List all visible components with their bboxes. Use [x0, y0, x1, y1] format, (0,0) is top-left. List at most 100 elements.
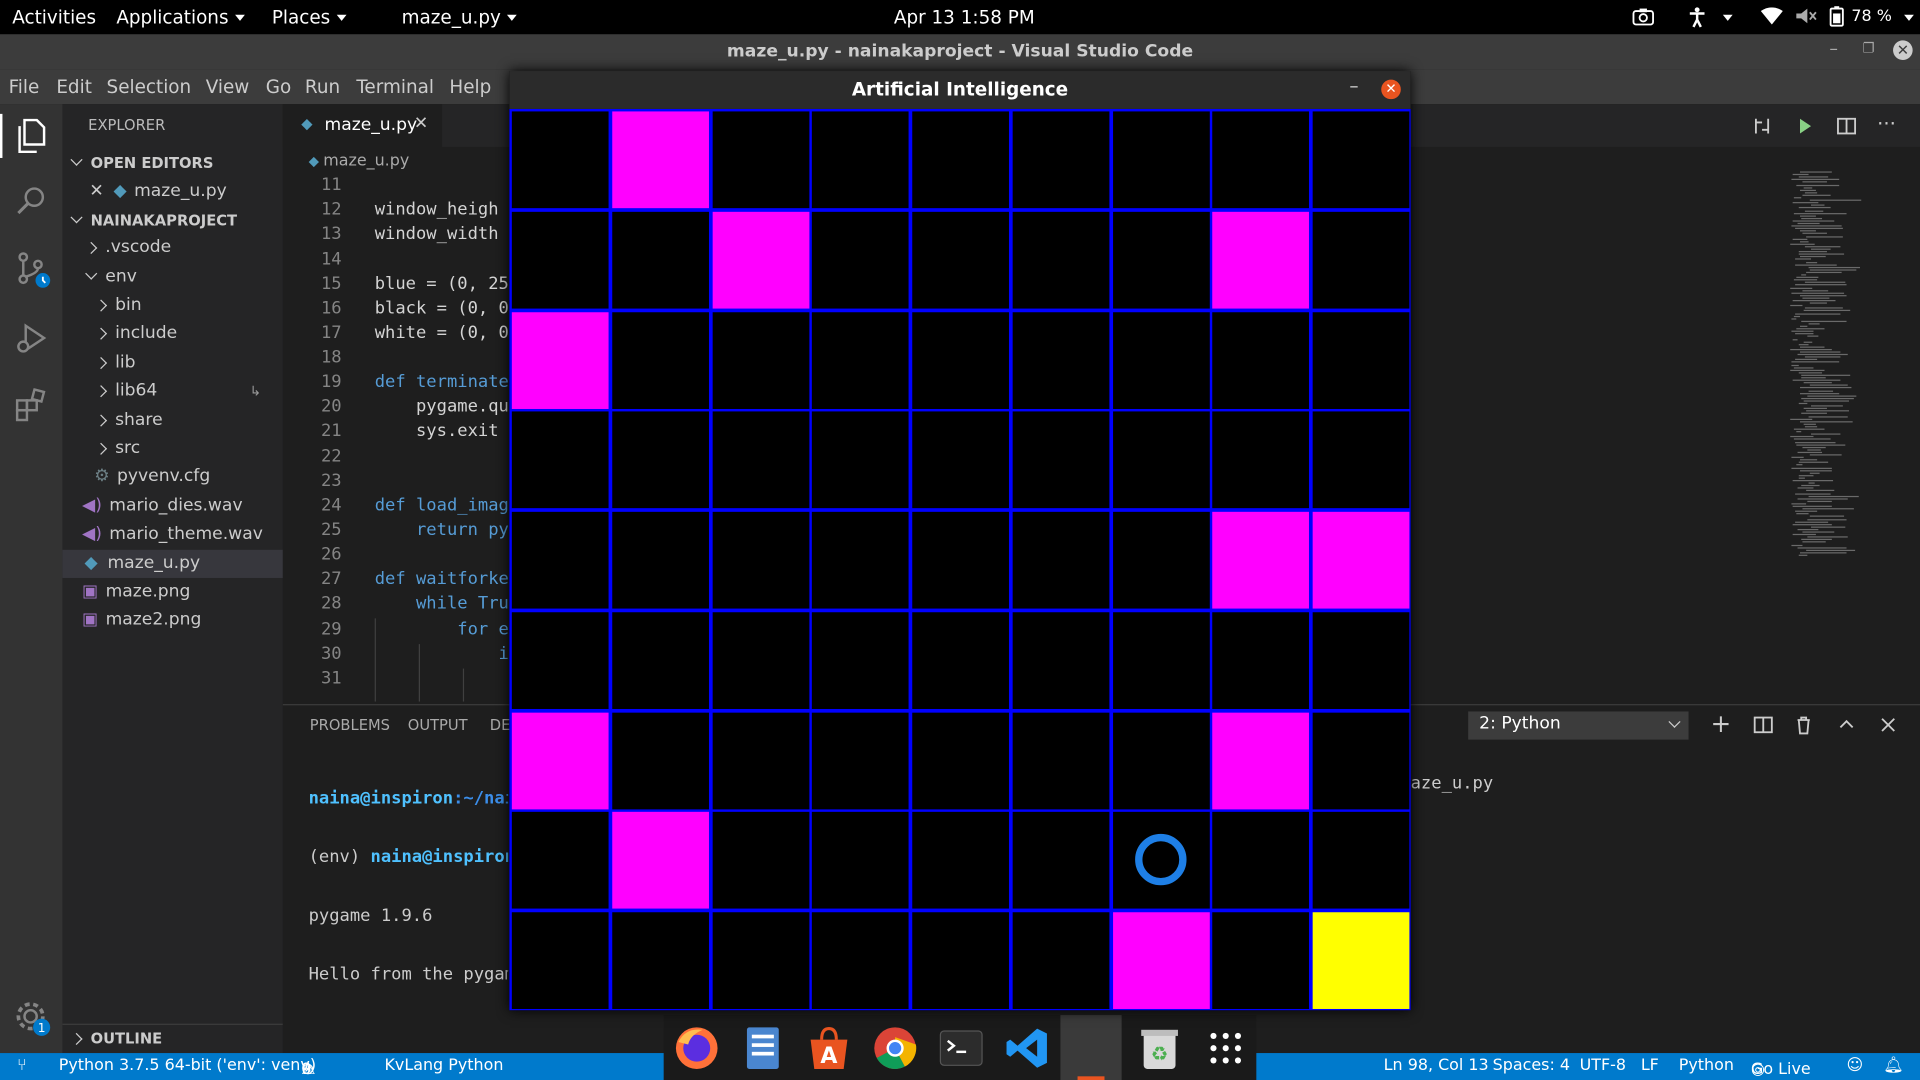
minimize-icon[interactable]: – — [1349, 75, 1358, 97]
accessibility-icon[interactable] — [1687, 6, 1707, 33]
maze-grid[interactable] — [509, 108, 1411, 1011]
menu-selection[interactable]: Selection — [107, 76, 192, 98]
tab-debug-console[interactable]: DE — [490, 716, 511, 733]
code-view[interactable]: 11 12 window_heigh 13 window_width 14 15… — [283, 175, 528, 702]
tab-maze-u[interactable]: ◆ maze_u.py ✕ — [282, 104, 443, 147]
kvlang-status[interactable]: KvLang Python — [384, 1057, 503, 1075]
restore-icon[interactable]: ❐ — [1862, 40, 1874, 56]
menu-view[interactable]: View — [206, 76, 250, 98]
pygame-window[interactable]: Artificial Intelligence – ✕ — [509, 71, 1411, 1011]
clock[interactable]: Apr 13 1:58 PM — [894, 6, 1035, 28]
close-icon[interactable]: ✕ — [414, 114, 428, 134]
terminal-output[interactable]: naina@inspiron:~/nai (env) naina@inspiro… — [309, 749, 509, 1023]
open-editor-item[interactable]: ✕ ◆ maze_u.py — [62, 178, 282, 206]
files-icon[interactable] — [740, 1025, 787, 1072]
tree-item-lib[interactable]: lib — [62, 349, 282, 377]
chrome-icon[interactable] — [872, 1025, 919, 1072]
trash-icon[interactable]: ♻ — [1136, 1025, 1183, 1072]
player-circle — [1134, 834, 1186, 886]
close-icon[interactable]: ✕ — [1893, 40, 1913, 60]
minimap-line — [1807, 518, 1847, 520]
activities-button[interactable]: Activities — [12, 6, 96, 28]
eol[interactable]: LF — [1641, 1057, 1659, 1075]
minimap-line — [1802, 541, 1826, 543]
indent-guide — [462, 668, 465, 702]
trash-icon[interactable] — [1794, 715, 1814, 735]
close-icon[interactable]: ✕ — [1381, 79, 1401, 100]
menu-terminal[interactable]: Terminal — [356, 76, 434, 98]
run-debug-icon[interactable] — [15, 322, 49, 356]
split-editor-icon[interactable] — [1837, 116, 1857, 136]
search-icon[interactable] — [16, 185, 48, 217]
explorer-icon[interactable] — [15, 118, 47, 154]
minimap-line — [1793, 315, 1800, 317]
menu-run[interactable]: Run — [305, 76, 340, 98]
minimap[interactable] — [1785, 171, 1901, 563]
tree-item-maze-u[interactable]: ◆ maze_u.py — [62, 549, 283, 578]
minimap-line — [1798, 461, 1829, 464]
maximize-panel-icon[interactable] — [1837, 715, 1857, 735]
open-editors-section[interactable]: OPEN EDITORS — [62, 149, 282, 177]
tree-item-env[interactable]: env — [62, 263, 282, 291]
tree-item-share[interactable]: share — [62, 407, 282, 435]
places-menu[interactable]: Places — [272, 6, 347, 28]
settings-gear-icon[interactable]: 1 — [15, 1000, 52, 1037]
breadcrumb[interactable]: ◆ maze_u.py — [309, 152, 410, 170]
outline-section[interactable]: OUTLINE — [62, 1023, 283, 1052]
run-icon[interactable] — [1795, 116, 1815, 136]
minimap-line — [1793, 212, 1847, 214]
project-section[interactable]: NAINAKAPROJECT — [62, 207, 282, 235]
terminal-line-right: aze_u.py — [1410, 773, 1494, 794]
menu-go[interactable]: Go — [266, 76, 291, 98]
app-menu[interactable]: maze_u.py — [402, 6, 517, 28]
new-terminal-icon[interactable]: + — [1711, 709, 1732, 738]
tree-item-mario-theme[interactable]: ◀) mario_theme.wav — [62, 520, 282, 548]
tree-item-mario-dies[interactable]: ◀) mario_dies.wav — [62, 492, 282, 520]
compare-changes-icon[interactable] — [1752, 116, 1772, 136]
close-icon[interactable]: ✕ — [89, 181, 103, 201]
menu-file[interactable]: File — [9, 76, 40, 98]
pygame-icon[interactable] — [1060, 1015, 1122, 1080]
applications-menu[interactable]: Applications — [116, 6, 245, 28]
tree-item-vscode[interactable]: .vscode — [62, 234, 282, 262]
tree-item-maze2-png[interactable]: ▣ maze2.png — [62, 606, 282, 634]
software-icon[interactable]: A — [806, 1025, 853, 1072]
more-actions-icon[interactable]: ··· — [1877, 111, 1896, 134]
tab-output[interactable]: OUTPUT — [408, 716, 468, 733]
tree-item-lib64[interactable]: lib64 ↳ — [62, 377, 282, 405]
tree-item-src[interactable]: src — [62, 435, 282, 463]
indentation[interactable]: Spaces: 4 — [1493, 1057, 1570, 1075]
extensions-icon[interactable] — [15, 388, 49, 422]
maze-cell — [1312, 612, 1410, 709]
minimap-line — [1797, 546, 1847, 549]
close-panel-icon[interactable] — [1878, 715, 1898, 735]
minimize-icon[interactable]: – — [1829, 39, 1838, 59]
terminal-select[interactable]: 2: Python — [1468, 711, 1689, 740]
remote-icon[interactable]: ⑂ — [17, 1057, 27, 1075]
volume-muted-icon[interactable] — [1795, 7, 1817, 29]
menu-edit[interactable]: Edit — [56, 76, 92, 98]
cursor-position[interactable]: Ln 98, Col 13 — [1384, 1057, 1489, 1075]
battery-icon[interactable] — [1829, 6, 1844, 32]
firefox-icon[interactable] — [673, 1025, 720, 1072]
minimap-line — [1806, 490, 1835, 492]
app-grid-icon[interactable] — [1202, 1025, 1249, 1072]
tree-item-maze-png[interactable]: ▣ maze.png — [62, 578, 282, 606]
python-interpreter[interactable]: Python 3.7.5 64-bit ('env': venv) — [59, 1057, 316, 1075]
screenshot-icon[interactable] — [1632, 7, 1654, 31]
pygame-title-bar[interactable]: Artificial Intelligence — [509, 71, 1411, 109]
tree-item-pyvenv[interactable]: ⚙ pyvenv.cfg — [62, 463, 282, 491]
wifi-icon[interactable] — [1760, 7, 1783, 29]
encoding[interactable]: UTF-8 — [1580, 1057, 1626, 1075]
tree-item-bin[interactable]: bin — [62, 291, 282, 319]
menu-help[interactable]: Help — [449, 76, 491, 98]
notifications-icon[interactable]: 🔔︎ — [1883, 1057, 1903, 1075]
source-control-icon[interactable] — [16, 251, 53, 290]
feedback-icon[interactable]: ☺ — [1847, 1057, 1864, 1075]
tree-item-include[interactable]: include — [62, 320, 282, 348]
split-terminal-icon[interactable] — [1753, 715, 1773, 735]
tab-problems[interactable]: PROBLEMS — [310, 716, 390, 733]
terminal-icon[interactable] — [938, 1025, 985, 1072]
language-mode[interactable]: Python — [1679, 1057, 1734, 1075]
vscode-icon[interactable] — [1004, 1025, 1051, 1072]
